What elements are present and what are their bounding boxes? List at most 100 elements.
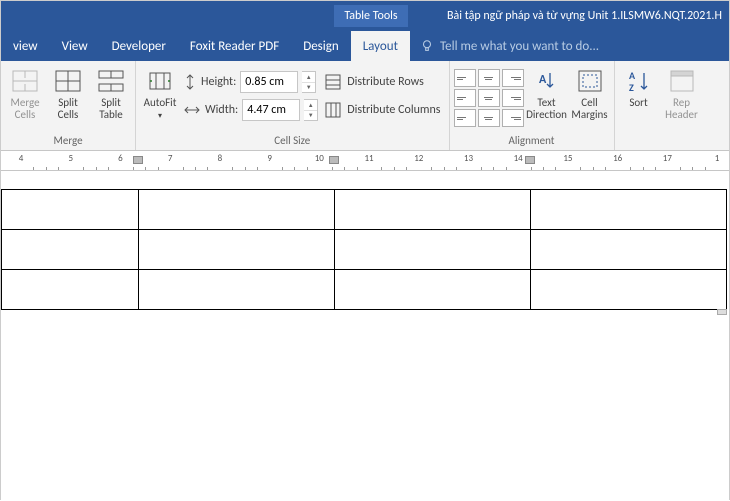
align-top-left[interactable] <box>454 69 476 87</box>
table-resize-handle[interactable] <box>717 309 727 315</box>
width-row: Width: ▲▼ <box>183 97 318 123</box>
spinner-up-icon[interactable]: ▲ <box>304 100 317 111</box>
align-bot-left[interactable] <box>454 109 476 127</box>
spinner-down-icon[interactable]: ▼ <box>302 83 315 93</box>
merge-cells-button[interactable]: Merge Cells <box>5 65 45 123</box>
height-label: Height: <box>201 75 236 89</box>
ruler-number: 12 <box>414 153 423 164</box>
align-mid-center[interactable] <box>478 89 500 107</box>
ruler-number: 13 <box>464 153 473 164</box>
width-input[interactable] <box>242 99 300 121</box>
column-marker[interactable] <box>133 156 143 164</box>
autofit-icon <box>147 70 173 92</box>
width-spinner[interactable]: ▲▼ <box>304 99 318 121</box>
height-spinner[interactable]: ▲▼ <box>302 71 316 93</box>
width-icon <box>183 103 201 117</box>
align-top-center[interactable] <box>478 69 500 87</box>
autofit-button[interactable]: AutoFit▾ <box>140 65 180 123</box>
merge-cells-icon <box>12 70 38 92</box>
group-cell-size: AutoFit▾ Height: ▲▼ Width: ▲▼ <box>136 61 450 150</box>
sort-label: Sort <box>629 97 647 109</box>
group-data: AZ Sort Rep Header <box>615 61 706 150</box>
ribbon: Merge Cells Split Cells Split Table Merg… <box>1 61 729 151</box>
height-row: Height: ▲▼ <box>183 69 318 95</box>
ruler-number: 7 <box>168 153 173 164</box>
sort-button[interactable]: AZ Sort <box>619 65 659 111</box>
tab-review[interactable]: view <box>1 31 50 61</box>
ruler-number: 10 <box>315 153 324 164</box>
spinner-down-icon[interactable]: ▼ <box>304 111 317 121</box>
height-input[interactable] <box>240 71 298 93</box>
svg-text:Z: Z <box>629 81 634 93</box>
ruler-number: 17 <box>663 153 672 164</box>
ruler-number: 16 <box>613 153 622 164</box>
group-merge: Merge Cells Split Cells Split Table Merg… <box>1 61 136 150</box>
align-bot-center[interactable] <box>478 109 500 127</box>
ruler-number: 4 <box>19 153 24 164</box>
lightbulb-icon <box>420 39 434 53</box>
cell-margins-icon <box>578 70 602 92</box>
column-marker[interactable] <box>329 156 339 164</box>
merge-group-label: Merge <box>5 132 131 150</box>
distribute-columns-button[interactable]: Distribute Columns <box>321 97 444 123</box>
distribute-rows-button[interactable]: Distribute Rows <box>321 69 444 95</box>
split-table-label: Split Table <box>93 97 129 121</box>
ruler-number: 14 <box>514 153 523 164</box>
cell-margins-label: Cell Margins <box>571 97 607 121</box>
ruler-number: 6 <box>118 153 123 164</box>
distribute-rows-label: Distribute Rows <box>347 75 424 89</box>
split-cells-button[interactable]: Split Cells <box>48 65 88 123</box>
repeat-header-label: Rep Header <box>664 97 700 121</box>
group-alignment: A Text Direction Cell Margins Alignment <box>450 61 615 150</box>
alignment-group-label: Alignment <box>454 132 610 150</box>
merge-cells-label: Merge Cells <box>7 97 43 121</box>
align-mid-right[interactable] <box>502 89 524 107</box>
tab-developer[interactable]: Developer <box>100 31 178 61</box>
distribute-columns-icon <box>325 102 341 118</box>
autofit-label: AutoFit▾ <box>144 97 177 121</box>
alignment-grid <box>454 69 524 127</box>
repeat-header-button[interactable]: Rep Header <box>662 65 702 123</box>
title-bar: Table Tools Bài tập ngữ pháp và từ vựng … <box>1 1 729 31</box>
text-direction-button[interactable]: A Text Direction <box>527 65 567 123</box>
table-row[interactable] <box>2 270 727 310</box>
tab-design[interactable]: Design <box>291 31 350 61</box>
horizontal-ruler[interactable]: 45678910111213141516171 <box>1 151 729 171</box>
table[interactable] <box>1 189 727 310</box>
ruler-number: 8 <box>218 153 223 164</box>
title-spacer <box>1 1 301 31</box>
ruler-number: 1 <box>715 153 720 164</box>
text-direction-icon: A <box>536 69 558 93</box>
text-direction-label: Text Direction <box>526 97 567 121</box>
height-icon <box>183 73 197 91</box>
table-tools-label: Table Tools <box>334 5 407 27</box>
sort-icon: AZ <box>627 69 651 93</box>
align-bot-right[interactable] <box>502 109 524 127</box>
table-tools-contextual: Table Tools <box>301 1 441 31</box>
tell-me-placeholder: Tell me what you want to do... <box>440 39 599 54</box>
align-top-right[interactable] <box>502 69 524 87</box>
repeat-header-icon <box>670 70 694 92</box>
ribbon-tabs: view View Developer Foxit Reader PDF Des… <box>1 31 729 61</box>
distribute-columns-label: Distribute Columns <box>347 103 440 117</box>
split-cells-icon <box>55 70 81 92</box>
table-row[interactable] <box>2 230 727 270</box>
ruler-number: 15 <box>563 153 572 164</box>
document-title: Bài tập ngữ pháp và từ vựng Unit 1.ILSMW… <box>441 1 729 31</box>
tab-view[interactable]: View <box>50 31 100 61</box>
column-marker[interactable] <box>525 156 535 164</box>
spinner-up-icon[interactable]: ▲ <box>302 72 315 83</box>
split-table-button[interactable]: Split Table <box>91 65 131 123</box>
document-area[interactable] <box>1 171 729 501</box>
align-mid-left[interactable] <box>454 89 476 107</box>
tab-foxit[interactable]: Foxit Reader PDF <box>178 31 291 61</box>
ruler-number: 5 <box>68 153 73 164</box>
tell-me-search[interactable]: Tell me what you want to do... <box>410 31 729 61</box>
width-label: Width: <box>205 103 238 117</box>
tab-layout[interactable]: Layout <box>351 31 410 61</box>
split-cells-label: Split Cells <box>50 97 86 121</box>
cell-margins-button[interactable]: Cell Margins <box>570 65 610 123</box>
cell-size-group-label: Cell Size <box>140 132 445 150</box>
distribute-rows-icon <box>325 74 341 90</box>
table-row[interactable] <box>2 190 727 230</box>
